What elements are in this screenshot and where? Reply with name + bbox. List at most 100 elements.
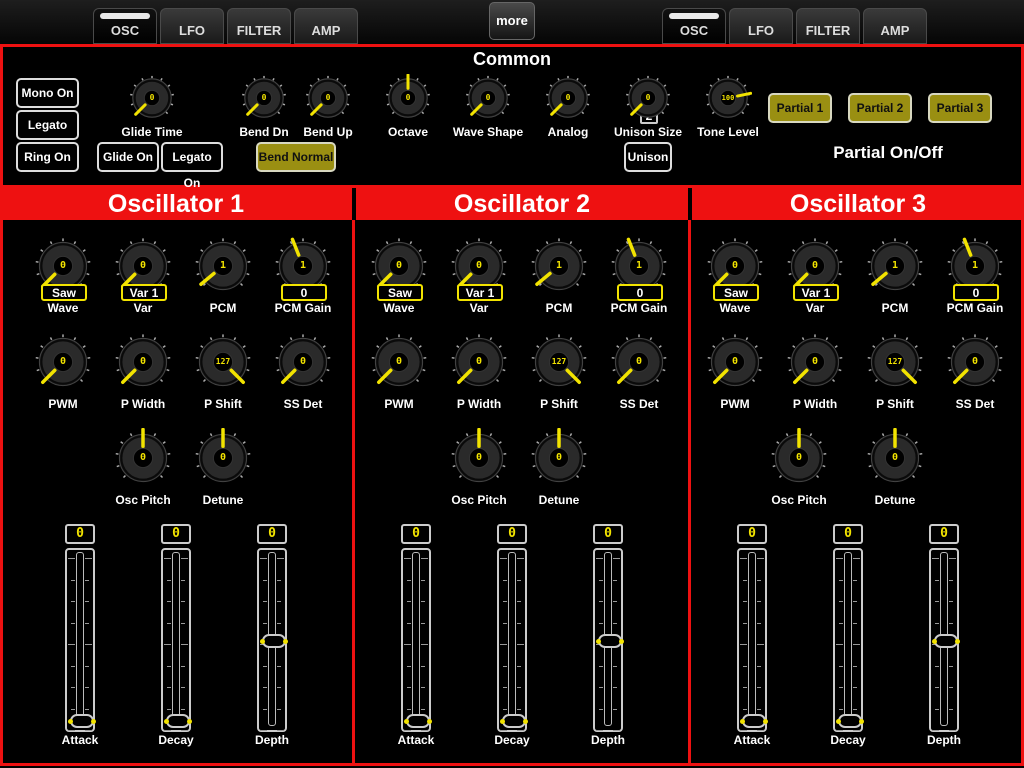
slider-tick	[263, 601, 267, 602]
octave-knob[interactable]: 0	[384, 74, 432, 122]
bend-dn-knob[interactable]: 0	[240, 74, 288, 122]
slider-track[interactable]	[257, 548, 288, 732]
slider-track[interactable]	[737, 548, 768, 732]
pcm-knob[interactable]: 1	[865, 236, 925, 296]
p-shift-knob[interactable]: 127	[193, 332, 253, 392]
tab-lfo-left[interactable]: LFO	[160, 8, 224, 44]
attack-slider[interactable]: 0	[399, 524, 433, 732]
detune-knob[interactable]: 0	[865, 428, 925, 488]
slider-thumb[interactable]	[740, 714, 768, 728]
decay-slider[interactable]: 0	[495, 524, 529, 732]
osc-pitch-knob[interactable]: 0	[449, 428, 509, 488]
p-shift-knob[interactable]: 127	[529, 332, 589, 392]
legato-on-glide-button[interactable]: Legato On	[161, 142, 223, 190]
slider-tick	[836, 644, 843, 645]
slider-tick	[757, 687, 761, 688]
tab-filter-right[interactable]: FILTER	[796, 8, 860, 44]
unison-button[interactable]: Unison	[624, 142, 672, 172]
ss-det-knob[interactable]: 0	[273, 332, 333, 392]
slider-tick	[839, 708, 843, 710]
p-width-knob[interactable]: 0	[785, 332, 845, 392]
slider-tick	[263, 622, 267, 624]
p-width-knob[interactable]: 0	[449, 332, 509, 392]
slider-track[interactable]	[497, 548, 528, 732]
pcm-gain-value-box[interactable]: 0	[281, 284, 327, 301]
knob-value-readout: 0	[219, 452, 227, 463]
slider-track[interactable]	[161, 548, 192, 732]
slider-tick	[500, 730, 507, 731]
pcm-knob[interactable]: 1	[193, 236, 253, 296]
legato-on-button[interactable]: Legato On	[16, 110, 79, 158]
slider-thumb[interactable]	[68, 714, 96, 728]
slider-track[interactable]	[833, 548, 864, 732]
wave-shape-label: Wave Shape	[452, 125, 524, 139]
analog-knob[interactable]: 0	[544, 74, 592, 122]
ss-det-knob[interactable]: 0	[945, 332, 1005, 392]
pcm-knob[interactable]: 1	[529, 236, 589, 296]
pcm-gain-value-box[interactable]: 0	[953, 284, 999, 301]
slider-tick	[181, 579, 185, 581]
slider-thumb[interactable]	[500, 714, 528, 728]
p-shift-knob[interactable]: 127	[865, 332, 925, 392]
var-value-box[interactable]: Var 1	[121, 284, 167, 301]
ss-det-knob[interactable]: 0	[609, 332, 669, 392]
slider-thumb[interactable]	[836, 714, 864, 728]
ring-on-button[interactable]: Ring On	[16, 142, 79, 172]
slider-tick	[613, 558, 620, 559]
slider-thumb[interactable]	[932, 634, 960, 648]
osc-pitch-knob[interactable]: 0	[769, 428, 829, 488]
pcm-gain-value-box[interactable]: 0	[617, 284, 663, 301]
wave-value-box[interactable]: Saw	[377, 284, 423, 301]
tone-level-knob[interactable]: 100	[704, 74, 752, 122]
slider-thumb[interactable]	[164, 714, 192, 728]
decay-slider[interactable]: 0	[831, 524, 865, 732]
decay-label: Decay	[158, 733, 194, 747]
pwm-knob[interactable]: 0	[33, 332, 93, 392]
depth-slider[interactable]: 0	[255, 524, 289, 732]
pwm-knob[interactable]: 0	[369, 332, 429, 392]
mono-on-button[interactable]: Mono On	[16, 78, 79, 108]
wave-value-box[interactable]: Saw	[713, 284, 759, 301]
slider-tick	[68, 558, 75, 559]
slider-track[interactable]	[65, 548, 96, 732]
slider-thumb[interactable]	[596, 634, 624, 648]
slider-thumb[interactable]	[260, 634, 288, 648]
glide-on-button[interactable]: Glide On	[97, 142, 159, 172]
slider-track[interactable]	[593, 548, 624, 732]
decay-slider[interactable]: 0	[159, 524, 193, 732]
tab-amp-right[interactable]: AMP	[863, 8, 927, 44]
partial-2-button[interactable]: Partial 2	[848, 93, 912, 123]
partial-3-button[interactable]: Partial 3	[928, 93, 992, 123]
wave-value-box[interactable]: Saw	[41, 284, 87, 301]
attack-slider[interactable]: 0	[63, 524, 97, 732]
p-width-label: P Width	[120, 397, 166, 411]
var-value-box[interactable]: Var 1	[457, 284, 503, 301]
p-width-knob[interactable]: 0	[113, 332, 173, 392]
depth-slider[interactable]: 0	[927, 524, 961, 732]
slider-tick	[517, 687, 521, 688]
tab-filter-left[interactable]: FILTER	[227, 8, 291, 44]
osc-pitch-knob[interactable]: 0	[113, 428, 173, 488]
unison-size-knob[interactable]: 0	[624, 74, 672, 122]
bend-up-knob[interactable]: 0	[304, 74, 352, 122]
detune-knob[interactable]: 0	[529, 428, 589, 488]
slider-thumb[interactable]	[404, 714, 432, 728]
slider-track[interactable]	[401, 548, 432, 732]
tab-osc-right[interactable]: OSC	[662, 8, 726, 44]
glide-time-knob[interactable]: 0	[128, 74, 176, 122]
tab-osc-left[interactable]: OSC	[93, 8, 157, 44]
bend-normal-button[interactable]: Bend Normal	[256, 142, 336, 172]
pwm-knob[interactable]: 0	[705, 332, 765, 392]
more-button[interactable]: more	[489, 2, 535, 40]
var-value-box[interactable]: Var 1	[793, 284, 839, 301]
detune-knob[interactable]: 0	[193, 428, 253, 488]
wave-shape-knob[interactable]: 0	[464, 74, 512, 122]
slider-value-readout: 0	[257, 524, 287, 544]
tab-amp-left[interactable]: AMP	[294, 8, 358, 44]
tab-lfo-right[interactable]: LFO	[729, 8, 793, 44]
slider-track[interactable]	[929, 548, 960, 732]
partial-1-button[interactable]: Partial 1	[768, 93, 832, 123]
slider-tick	[263, 665, 267, 667]
depth-slider[interactable]: 0	[591, 524, 625, 732]
attack-slider[interactable]: 0	[735, 524, 769, 732]
